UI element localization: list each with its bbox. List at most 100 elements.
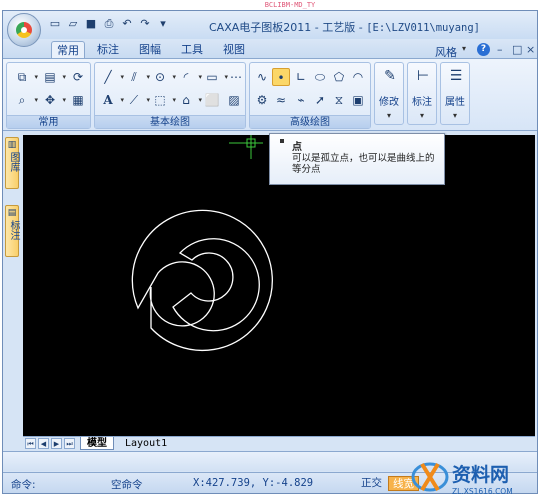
command-state: 空命令 — [111, 479, 143, 491]
parallel-line-icon[interactable]: ⫽ — [125, 68, 150, 86]
tab-model[interactable]: 模型 — [80, 437, 114, 450]
refresh-icon[interactable]: ⟳ — [69, 68, 87, 86]
redo-icon[interactable]: ↷ — [137, 16, 153, 32]
properties-icon: ☰ — [449, 68, 463, 84]
chevron-down-icon: ▾ — [419, 111, 424, 120]
text-icon[interactable]: A — [99, 91, 124, 109]
ribbon-group-label: 高级绘图 — [250, 115, 370, 128]
tab-dimension[interactable]: 标注 — [93, 41, 123, 59]
dimension-button[interactable]: ⊢ 标注 ▾ — [407, 62, 437, 125]
ribbon-panel: ⧉ ▤ ⟳ ⌕ ✥ ▦ 常用 ╱ ⫽ ⊙ ◜ ▭ ⋯ A ⟋ ⬚ ⌂ ⬜ ▨ 基… — [3, 58, 537, 131]
last-tab-icon[interactable]: ⏭ — [64, 438, 75, 449]
tooltip-title: 点 — [292, 142, 302, 153]
window-title-text: CAXA电子图板2011 - 工艺版 - — [209, 21, 367, 34]
style-dropdown-icon[interactable]: ▾ — [462, 44, 466, 53]
rectangle-icon[interactable]: ▭ — [203, 68, 228, 86]
image-icon[interactable]: ▨ — [225, 91, 243, 109]
logo-x-mark — [420, 462, 440, 492]
gear-icon[interactable]: ⚙ — [253, 91, 271, 109]
annotation-icon: ▤ — [7, 208, 17, 218]
spline-icon[interactable]: ∿ — [253, 68, 271, 86]
arc-icon[interactable]: ◜ — [177, 68, 202, 86]
eraser-icon: ✎ — [384, 68, 396, 84]
dashed-rect-icon[interactable]: ⬜ — [203, 91, 221, 109]
title-bar: ▭ ▱ ■ ⎙ ↶ ↷ ▾ CAXA电子图板2011 - 工艺版 - [E:\L… — [3, 11, 537, 47]
circle-icon[interactable]: ⊙ — [151, 68, 176, 86]
dimension-label: 标注 — [412, 97, 432, 108]
polygon-icon[interactable]: ⬠ — [330, 68, 348, 86]
tab-frame[interactable]: 图幅 — [135, 41, 165, 59]
ortho-toggle[interactable]: 正交 — [357, 476, 386, 491]
tab-tools[interactable]: 工具 — [177, 41, 207, 59]
tab-common[interactable]: 常用 — [51, 41, 85, 59]
qat-dropdown-icon[interactable]: ▾ — [155, 16, 171, 32]
hole-shaft-icon[interactable]: ◠ — [349, 68, 367, 86]
close-icon[interactable]: × — [526, 43, 535, 56]
modify-button[interactable]: ✎ 修改 ▾ — [374, 62, 404, 125]
side-panel: ▥ 图库 ▤ 标注 — [3, 131, 21, 449]
side-tab-label: 图库 — [8, 152, 19, 172]
dimension-icon: ⊢ — [416, 68, 430, 84]
logo-brand: 资料网 — [452, 463, 509, 486]
site-logo: 资料网 ZL.XS1616.COM — [411, 462, 513, 496]
line-icon[interactable]: ╱ — [99, 68, 124, 86]
symbol-icon[interactable]: ⌂ — [177, 91, 202, 109]
window-title: CAXA电子图板2011 - 工艺版 - [E:\LZV011\muyang] — [209, 19, 480, 35]
command-label: 命令: — [11, 479, 36, 491]
ribbon-tab-bar: 常用 标注 图幅 工具 视图 风格 ▾ ? – □ × — [3, 39, 537, 59]
block-icon[interactable]: ⬚ — [151, 91, 176, 109]
tab-layout1[interactable]: Layout1 — [119, 437, 173, 450]
copy-icon[interactable]: ⧉ — [13, 68, 38, 86]
hatch-icon[interactable]: ⟋ — [125, 91, 150, 109]
side-tab-annotation[interactable]: ▤ 标注 — [5, 205, 19, 257]
quick-access-toolbar: ▭ ▱ ■ ⎙ ↶ ↷ ▾ — [47, 16, 171, 32]
paste-icon[interactable]: ▤ — [41, 68, 66, 86]
layout-tab-row: ⏮ ◀ ▶ ⏭ 模型 Layout1 — [23, 436, 535, 450]
point-icon[interactable]: • — [272, 68, 290, 86]
app-menu-button[interactable] — [7, 13, 41, 47]
chain-icon[interactable]: ⧖ — [330, 91, 348, 109]
ribbon-group-common: ⧉ ▤ ⟳ ⌕ ✥ ▦ 常用 — [6, 62, 91, 129]
new-file-icon[interactable]: ▭ — [47, 16, 63, 32]
window-title-path: [E:\LZV011\muyang] — [366, 22, 480, 34]
drawing-inner-c — [172, 238, 260, 332]
ribbon-group-basic-draw: ╱ ⫽ ⊙ ◜ ▭ ⋯ A ⟋ ⬚ ⌂ ⬜ ▨ 基本绘图 — [94, 62, 246, 129]
minimize-icon[interactable]: – — [497, 43, 503, 56]
tab-view[interactable]: 视图 — [219, 41, 249, 59]
logo-url: ZL.XS1616.COM — [452, 487, 513, 496]
ribbon-group-label: 常用 — [7, 115, 90, 128]
undo-icon[interactable]: ↶ — [119, 16, 135, 32]
tooltip-body: 可以是孤立点，也可以是曲线上的等分点 — [292, 153, 435, 175]
restore-icon[interactable]: □ — [512, 43, 522, 56]
open-file-icon[interactable]: ▱ — [65, 16, 81, 32]
crosshair-cursor — [229, 135, 263, 159]
properties-button[interactable]: ☰ 属性 ▾ — [440, 62, 470, 125]
print-icon[interactable]: ⎙ — [101, 16, 117, 32]
layer-icon[interactable]: ▦ — [69, 91, 87, 109]
prev-tab-icon[interactable]: ◀ — [38, 438, 49, 449]
centerline-icon[interactable]: ⋯ — [227, 68, 245, 86]
chevron-down-icon: ▾ — [386, 111, 391, 120]
modify-label: 修改 — [379, 97, 399, 108]
save-icon[interactable]: ■ — [83, 16, 99, 32]
next-tab-icon[interactable]: ▶ — [51, 438, 62, 449]
ribbon-group-advanced-draw: ∿ • ∟ ⬭ ⬠ ◠ ⚙ ≈ ⌁ ➚ ⧖ ▣ 高级绘图 — [249, 62, 371, 129]
wave-line-icon[interactable]: ≈ — [272, 91, 290, 109]
side-tab-library[interactable]: ▥ 图库 — [5, 137, 19, 189]
ellipse-icon[interactable]: ⬭ — [311, 68, 329, 86]
first-tab-icon[interactable]: ⏮ — [25, 438, 36, 449]
coordinate-readout: X:427.739, Y:-4.829 — [193, 477, 314, 489]
side-tab-label: 标注 — [8, 220, 19, 240]
zoom-icon[interactable]: ⌕ — [13, 91, 38, 109]
arrow-icon[interactable]: ➚ — [311, 91, 329, 109]
chevron-down-icon: ▾ — [452, 111, 457, 120]
library-icon: ▥ — [7, 140, 17, 150]
bullet-icon — [280, 139, 284, 143]
break-line-icon[interactable]: ⌁ — [292, 91, 310, 109]
point-tooltip: 点 可以是孤立点，也可以是曲线上的等分点 — [269, 133, 445, 185]
help-icon[interactable]: ? — [477, 43, 490, 56]
ribbon-group-label: 基本绘图 — [95, 115, 245, 128]
outline-icon[interactable]: ▣ — [349, 91, 367, 109]
pan-icon[interactable]: ✥ — [41, 91, 66, 109]
angle-line-icon[interactable]: ∟ — [292, 68, 310, 86]
